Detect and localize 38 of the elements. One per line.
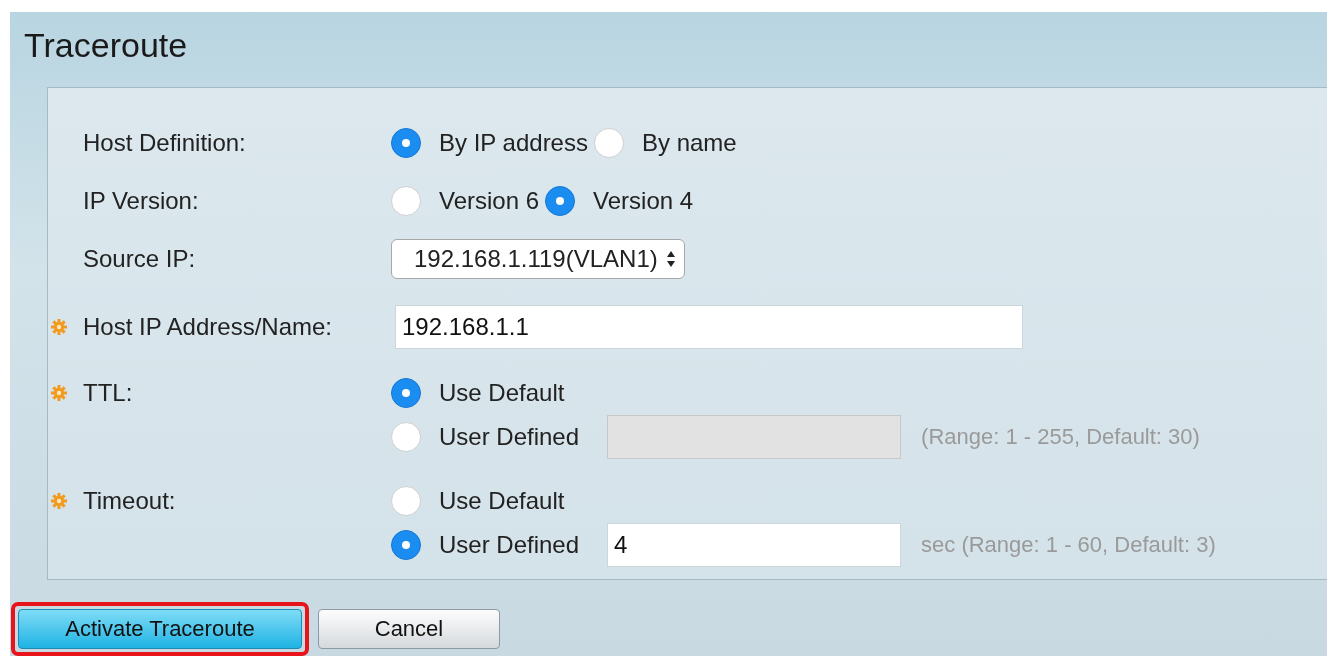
radio-label: Version 4 (593, 187, 694, 215)
activate-button[interactable]: Activate Traceroute (18, 609, 302, 649)
required-icon (51, 385, 67, 401)
radio-label: Use Default (439, 379, 565, 407)
radio-button[interactable] (391, 530, 421, 560)
radio-option[interactable]: User Defined (391, 415, 580, 459)
radio-button[interactable] (545, 186, 576, 216)
radio-button[interactable] (391, 128, 421, 158)
radio-label: User Defined (439, 423, 580, 451)
radio-button[interactable] (391, 378, 421, 408)
stepper-icon (665, 250, 676, 268)
field-label: Source IP: (83, 244, 197, 274)
required-icon (51, 493, 67, 509)
host-input-field[interactable]: 192.168.1.1 (395, 305, 1023, 349)
radio-label: By name (641, 129, 737, 157)
radio-label: By IP address (439, 129, 588, 157)
radio-label: Version 6 (439, 187, 540, 215)
cancel-button[interactable]: Cancel (318, 609, 500, 649)
field-label: TTL: (83, 378, 134, 408)
radio-option[interactable]: Use Default (391, 479, 565, 523)
radio-option[interactable]: Version 6 (391, 179, 540, 223)
radio-option[interactable]: Use Default (391, 371, 565, 415)
value-input-field[interactable]: 4 (607, 523, 902, 567)
required-icon (51, 319, 67, 335)
field-label: Host Definition: (83, 128, 247, 158)
field-label: Timeout: (83, 486, 177, 516)
radio-label: User Defined (439, 531, 580, 559)
field-label: IP Version: (83, 186, 200, 216)
radio-option[interactable]: Version 4 (545, 179, 694, 223)
field-label: Host IP Address/Name: (83, 312, 333, 342)
range-hint: sec (Range: 1 - 60, Default: 3) (921, 532, 1216, 558)
source-ip-select[interactable]: 192.168.1.119(VLAN1) (391, 239, 685, 279)
range-hint: (Range: 1 - 255, Default: 30) (921, 424, 1200, 450)
radio-label: Use Default (439, 487, 565, 515)
page-title: Traceroute (23, 25, 189, 66)
radio-option[interactable]: User Defined (391, 523, 580, 567)
radio-option[interactable]: By IP address (391, 121, 588, 165)
radio-option[interactable]: By name (593, 121, 737, 165)
